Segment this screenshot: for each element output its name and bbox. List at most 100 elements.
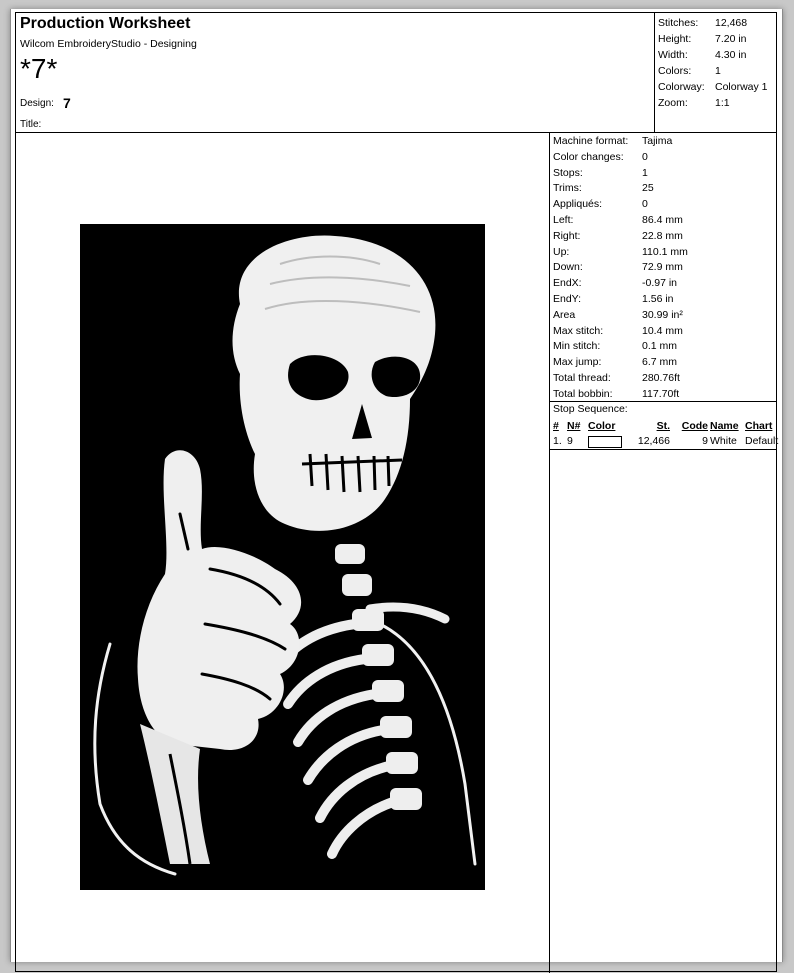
property-row: Machine format: Tajima [553,134,688,150]
property-value: 6.7 mm [642,356,678,369]
property-value: -0.97 in [642,277,678,290]
cell-color [588,435,624,451]
stop-sequence-title: Stop Sequence: [553,403,628,415]
property-label: EndX: [553,277,582,290]
property-label: Machine format: [553,135,629,147]
software-name: Wilcom EmbroideryStudio - Designing [20,38,197,50]
design-preview [80,224,485,890]
property-row: Area 30.99 in² [553,308,688,324]
worksheet-body: Machine format: Tajima Color changes: 0 St… [15,132,778,973]
property-value: 22.8 mm [642,229,683,242]
property-row: EndY: 1.56 in [553,292,688,308]
property-label: Down: [553,261,583,274]
worksheet-header: Production Worksheet Wilcom EmbroiderySt… [15,12,777,133]
col-header-name: Name [710,420,739,432]
property-label: Color changes: [553,150,624,163]
color-swatch [588,436,622,448]
col-header-chart: Chart [745,420,773,432]
property-label: Right: [553,229,581,242]
property-value: 72.9 mm [642,261,683,274]
summary-stats: Stitches: 12,468 Height: 7.20 in Width: 4.3… [658,15,768,111]
property-label: Appliqués: [553,198,603,211]
property-label: Left: [553,213,574,226]
property-row: Down: 72.9 mm [553,260,688,276]
summary-value: 4.30 in [715,49,747,61]
property-row: Right: 22.8 mm [553,229,688,245]
summary-row: Colors: 1 [658,63,768,79]
summary-value: 12,468 [715,17,748,29]
cell-n: 9 [567,435,573,447]
cell-stitches: 12,466 [637,435,670,447]
summary-row: Height: 7.20 in [658,31,768,47]
property-value: 280.76ft [642,371,680,384]
col-header-num: # [553,420,559,432]
cell-name: White [710,435,737,447]
property-label: Min stitch: [553,340,601,353]
property-label: Max jump: [553,356,602,369]
page-title: Production Worksheet [20,15,191,32]
col-header-stitches: St. [656,420,670,432]
title-label: Title: [20,119,42,130]
property-label: Trims: [553,182,582,195]
col-header-n: N# [567,420,581,432]
summary-value: Colorway 1 [715,81,768,93]
worksheet-page: Production Worksheet Wilcom EmbroiderySt… [10,9,783,973]
property-value: 86.4 mm [642,213,683,226]
summary-label: Stitches: [658,17,699,29]
col-header-color: Color [588,420,616,432]
property-value: 0 [642,198,648,211]
property-row: Appliqués: 0 [553,197,688,213]
summary-row: Zoom: 1:1 [658,95,768,111]
property-row: Min stitch: 0.1 mm [553,339,688,355]
design-properties: Machine format: Tajima Color changes: 0 St… [553,134,688,403]
property-value: 1.56 in [642,292,674,305]
summary-label: Width: [658,49,688,61]
property-row: Trims: 25 [553,181,688,197]
property-row: Total thread: 280.76ft [553,371,688,387]
property-value: 30.99 in² [642,308,683,321]
cell-num: 1. [553,435,562,447]
header-divider [654,13,655,132]
property-label: Total thread: [553,371,611,384]
body-divider [549,133,550,973]
property-row: Up: 110.1 mm [553,245,688,261]
stop-sequence-header: # N# Color St. Code Name Chart [553,420,785,432]
property-label: Max stitch: [553,324,604,337]
cell-chart: Default [745,435,779,447]
design-name: *7* [20,53,58,84]
property-row: Stops: 1 [553,166,688,182]
summary-label: Height: [658,33,692,45]
summary-value: 1 [715,65,721,77]
property-label: Stops: [553,166,583,179]
property-label: EndY: [553,292,582,305]
summary-row: Width: 4.30 in [658,47,768,63]
property-value: 0 [642,150,648,163]
summary-label: Zoom: [658,97,688,109]
summary-label: Colors: [658,65,692,77]
design-value: 7 [63,95,71,111]
property-value: 25 [642,182,654,195]
property-row: Max stitch: 10.4 mm [553,324,688,340]
property-row: Max jump: 6.7 mm [553,355,688,371]
cell-code: 9 [702,435,708,447]
property-value: 0.1 mm [642,340,678,353]
summary-row: Colorway: Colorway 1 [658,79,768,95]
property-row: Color changes: 0 [553,150,688,166]
property-label: Up: [553,245,570,258]
property-row: EndX: -0.97 in [553,276,688,292]
property-label: Area [553,308,576,321]
table-row: 1. 9 12,466 9 White Default [553,435,785,451]
property-row: Left: 86.4 mm [553,213,688,229]
summary-value: 1:1 [715,97,730,109]
stop-sequence-table: Stop Sequence: # N# Color St. Code Name … [550,401,778,450]
property-value: 10.4 mm [642,324,683,337]
design-label: Design: [20,98,54,109]
property-value: Tajima [642,135,673,147]
summary-label: Colorway: [658,81,705,93]
skeleton-thumbs-up-icon [93,235,477,876]
summary-value: 7.20 in [715,33,747,45]
property-value: 1 [642,166,648,179]
summary-row: Stitches: 12,468 [658,15,768,31]
property-value: 110.1 mm [642,245,688,258]
col-header-code: Code [681,420,708,432]
